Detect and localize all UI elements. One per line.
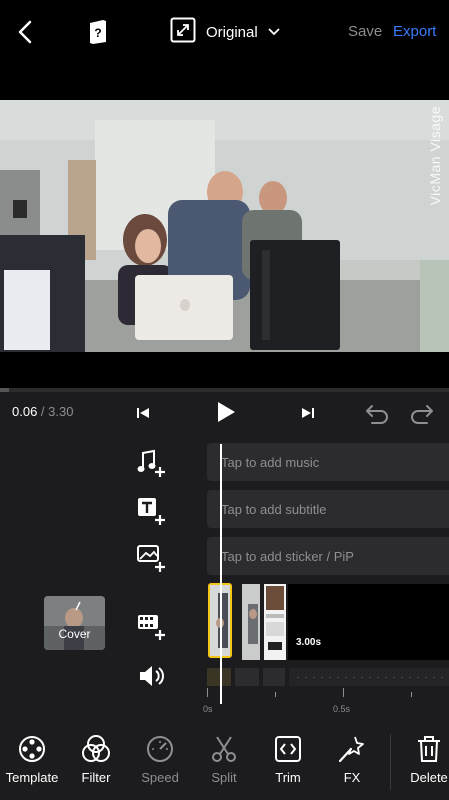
music-track[interactable]: Tap to add music: [207, 443, 449, 481]
progress-fill: [0, 388, 9, 392]
template-tool[interactable]: Template: [2, 734, 62, 794]
scissors-icon: [212, 736, 236, 762]
film-reel-icon: [19, 736, 45, 762]
toolbar-divider: [390, 734, 391, 790]
delete-label: Delete: [410, 770, 448, 785]
add-subtitle-icon[interactable]: [136, 496, 168, 526]
time-display: 0.06 / 3.30: [12, 404, 73, 419]
trim-label: Trim: [275, 770, 301, 785]
filter-circles-icon: [82, 735, 110, 762]
preview-photo: [0, 100, 449, 352]
cover-label: Cover: [58, 627, 91, 641]
total-time: 3.30: [48, 404, 74, 419]
delete-tool[interactable]: Delete: [399, 734, 449, 794]
filter-label: Filter: [81, 770, 111, 785]
speed-tool[interactable]: Speed: [130, 734, 190, 794]
clip-frame-3: [264, 584, 286, 660]
undo-icon[interactable]: [364, 400, 390, 426]
volume-icon[interactable]: [136, 661, 168, 691]
timeline-ruler: 0s 0.5s: [203, 688, 449, 718]
video-preview[interactable]: VicMan Visage: [0, 100, 449, 352]
redo-icon[interactable]: [409, 400, 435, 426]
time-separator: /: [37, 404, 49, 419]
add-clip-icon[interactable]: [136, 611, 168, 641]
split-label: Split: [211, 770, 237, 785]
skip-to-start-icon[interactable]: [130, 400, 156, 426]
save-button[interactable]: Save: [348, 23, 382, 40]
template-label: Template: [5, 770, 59, 785]
video-clips-track[interactable]: 3.00s: [207, 583, 449, 660]
help-book-icon[interactable]: ?: [86, 18, 110, 46]
tick-start-label: 0s: [203, 704, 213, 714]
add-music-icon[interactable]: [136, 448, 168, 478]
fx-tool[interactable]: FX: [322, 734, 382, 794]
trash-icon: [418, 736, 440, 762]
top-bar: ? Original Save Export: [0, 0, 449, 64]
trim-tool[interactable]: Trim: [258, 734, 318, 794]
cover-image: [44, 596, 105, 650]
aspect-ratio-label: Original: [206, 23, 258, 41]
clip-frame-2: [242, 584, 260, 660]
watermark-text: VicMan Visage: [427, 106, 443, 206]
editor-panel: 0.06 / 3.30 Tap to add music Tap to add …: [0, 388, 449, 800]
play-icon[interactable]: [211, 398, 239, 426]
back-arrow-icon[interactable]: [14, 18, 38, 46]
tick-mid-label: 0.5s: [333, 704, 351, 714]
preview-progress-bar[interactable]: [0, 388, 449, 392]
speed-label: Speed: [141, 770, 179, 785]
svg-text:?: ?: [94, 26, 101, 40]
current-time: 0.06: [12, 404, 38, 419]
aspect-ratio-selector[interactable]: Original: [170, 16, 280, 48]
cover-thumbnail[interactable]: Cover: [44, 596, 105, 650]
split-tool[interactable]: Split: [194, 734, 254, 794]
audio-waveform: [207, 668, 449, 686]
expand-icon: [170, 17, 196, 48]
add-sticker-icon[interactable]: [136, 543, 168, 573]
clip-main[interactable]: 3.00s: [288, 584, 449, 660]
subtitle-track[interactable]: Tap to add subtitle: [207, 490, 449, 528]
fx-label: FX: [343, 770, 361, 785]
skip-to-end-icon[interactable]: [295, 400, 321, 426]
speedometer-icon: [147, 736, 173, 762]
bottom-toolbar: Template Filter Speed Split Trim FX Dele…: [0, 728, 449, 800]
export-button[interactable]: Export: [393, 23, 436, 40]
filter-tool[interactable]: Filter: [66, 734, 126, 794]
trim-icon: [275, 736, 301, 762]
clip-duration: 3.00s: [296, 637, 322, 648]
magic-wand-icon: [338, 736, 364, 763]
chevron-down-icon: [268, 23, 280, 41]
timeline-playhead[interactable]: [220, 444, 222, 704]
sticker-track[interactable]: Tap to add sticker / PiP: [207, 537, 449, 575]
